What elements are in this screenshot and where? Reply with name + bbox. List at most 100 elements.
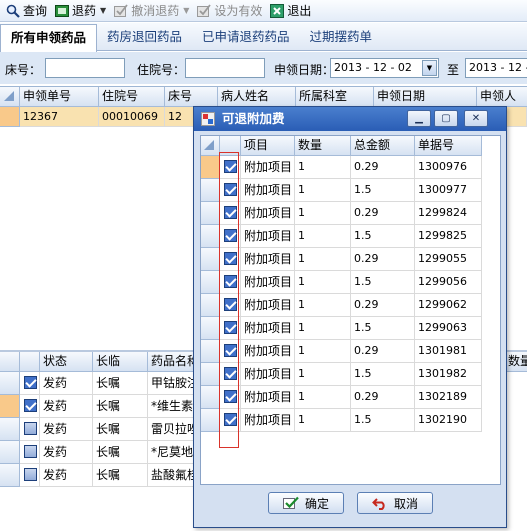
row-indicator[interactable] — [201, 248, 220, 271]
table-cell: 1302190 — [415, 409, 482, 432]
column-header[interactable]: 长临 — [93, 352, 148, 372]
row-checkbox[interactable] — [224, 413, 237, 426]
row-indicator[interactable] — [201, 363, 220, 386]
row-indicator[interactable] — [201, 294, 220, 317]
exit-label: 退出 — [287, 4, 312, 18]
row-checkbox[interactable] — [224, 321, 237, 334]
tab-return-requested[interactable]: 已申请退药药品 — [192, 23, 300, 50]
row-checkbox[interactable] — [224, 390, 237, 403]
check-cell — [20, 464, 40, 487]
row-indicator[interactable] — [201, 225, 220, 248]
row-indicator[interactable] — [201, 386, 220, 409]
column-header[interactable]: 所属科室 — [296, 87, 374, 107]
row-checkbox[interactable] — [224, 367, 237, 380]
table-cell: 1 — [295, 340, 351, 363]
chevron-down-icon[interactable]: ▼ — [183, 6, 189, 15]
table-cell: 附加项目 — [241, 225, 295, 248]
close-button[interactable]: ✕ — [464, 110, 488, 127]
dialog-title-bar[interactable]: 可退附加费 — [194, 107, 506, 131]
column-header[interactable]: 住院号 — [99, 87, 165, 107]
table-cell: 0.29 — [351, 386, 415, 409]
table-cell: 1.5 — [351, 271, 415, 294]
column-header[interactable]: 状态 — [40, 352, 93, 372]
row-indicator[interactable] — [201, 202, 220, 225]
column-header[interactable]: 申领单号 — [20, 87, 99, 107]
check-cell — [20, 395, 40, 418]
row-indicator[interactable] — [201, 156, 220, 179]
exit-button[interactable]: 退出 — [267, 1, 314, 21]
row-indicator[interactable] — [0, 464, 20, 487]
admission-input[interactable] — [185, 58, 265, 78]
check-cell — [220, 386, 241, 409]
check-cell — [220, 340, 241, 363]
table-cell: 附加项目 — [241, 317, 295, 340]
column-header[interactable]: 病人姓名 — [218, 87, 296, 107]
chevron-down-icon[interactable]: ▼ — [100, 6, 106, 15]
row-checkbox[interactable] — [24, 399, 37, 412]
maximize-button[interactable]: ▢ — [434, 110, 458, 127]
tab-pharmacy-returned[interactable]: 药房退回药品 — [97, 23, 192, 50]
row-checkbox[interactable] — [224, 344, 237, 357]
chevron-down-icon[interactable]: ▼ — [422, 60, 437, 76]
check-cell — [220, 156, 241, 179]
table-cell: 1301982 — [415, 363, 482, 386]
row-indicator[interactable] — [201, 317, 220, 340]
row-checkbox[interactable] — [224, 298, 237, 311]
cancel-label: 取消 — [393, 496, 418, 511]
row-checkbox[interactable] — [224, 160, 237, 173]
cancel-return-label: 撤消退药 — [131, 4, 180, 18]
date-from-picker[interactable]: 2013 - 12 - 02 ▼ — [330, 58, 439, 78]
row-checkbox[interactable] — [24, 468, 37, 481]
check-cell — [220, 317, 241, 340]
grid-corner — [0, 87, 20, 107]
table-cell: 附加项目 — [241, 409, 295, 432]
cancel-return-button[interactable]: 撤消退药 ▼ — [111, 1, 192, 21]
column-header[interactable]: 项目 — [241, 136, 295, 156]
table-cell: 1 — [295, 386, 351, 409]
row-checkbox[interactable] — [224, 252, 237, 265]
column-header[interactable]: 总金额 — [351, 136, 415, 156]
column-header[interactable]: 单据号 — [415, 136, 482, 156]
row-indicator[interactable] — [201, 179, 220, 202]
tab-all-requested[interactable]: 所有申领药品 — [0, 24, 98, 52]
column-header[interactable]: 申领日期 — [374, 87, 477, 107]
table-cell: 附加项目 — [241, 294, 295, 317]
bed-input[interactable] — [45, 58, 125, 78]
table-cell: 长嘱 — [93, 395, 148, 418]
row-checkbox[interactable] — [224, 275, 237, 288]
row-indicator[interactable] — [0, 441, 20, 464]
row-indicator[interactable] — [201, 271, 220, 294]
return-drug-button[interactable]: 退药 ▼ — [52, 1, 109, 21]
row-checkbox[interactable] — [24, 422, 37, 435]
row-indicator[interactable] — [201, 409, 220, 432]
return-drug-label: 退药 — [72, 4, 97, 18]
row-checkbox[interactable] — [24, 445, 37, 458]
set-valid-button[interactable]: 设为有效 — [194, 1, 265, 21]
table-cell: 长嘱 — [93, 464, 148, 487]
table-cell: 1299063 — [415, 317, 482, 340]
close-icon: ✕ — [471, 113, 481, 124]
tab-expired-dispense[interactable]: 过期摆药单 — [300, 23, 383, 50]
ok-button[interactable]: 确定 — [268, 492, 344, 514]
row-indicator[interactable] — [0, 418, 20, 441]
column-header[interactable]: 数量 — [295, 136, 351, 156]
row-indicator[interactable] — [0, 107, 20, 127]
column-header[interactable]: 床号 — [165, 87, 218, 107]
minimize-button[interactable]: ▁ — [407, 110, 431, 127]
column-header[interactable]: 数量 — [505, 352, 527, 372]
column-header[interactable]: 申领人 — [477, 87, 527, 107]
row-indicator[interactable] — [0, 395, 20, 418]
refund-fee-dialog: 可退附加费 ▁ ▢ ✕ 项目 数量 总金额 单据号 附加项目 1 0.29 13009… — [193, 106, 507, 528]
row-checkbox[interactable] — [224, 229, 237, 242]
date-to-picker[interactable]: 2013 - 12 - — [465, 58, 527, 78]
row-checkbox[interactable] — [224, 206, 237, 219]
row-indicator[interactable] — [0, 372, 20, 395]
row-indicator[interactable] — [201, 340, 220, 363]
row-checkbox[interactable] — [24, 376, 37, 389]
row-checkbox[interactable] — [224, 183, 237, 196]
table-cell: 长嘱 — [93, 418, 148, 441]
cancel-button[interactable]: 取消 — [357, 492, 433, 514]
admission-label: 住院号： — [137, 63, 186, 77]
table-cell: 附加项目 — [241, 179, 295, 202]
query-button[interactable]: 查询 — [3, 1, 50, 21]
